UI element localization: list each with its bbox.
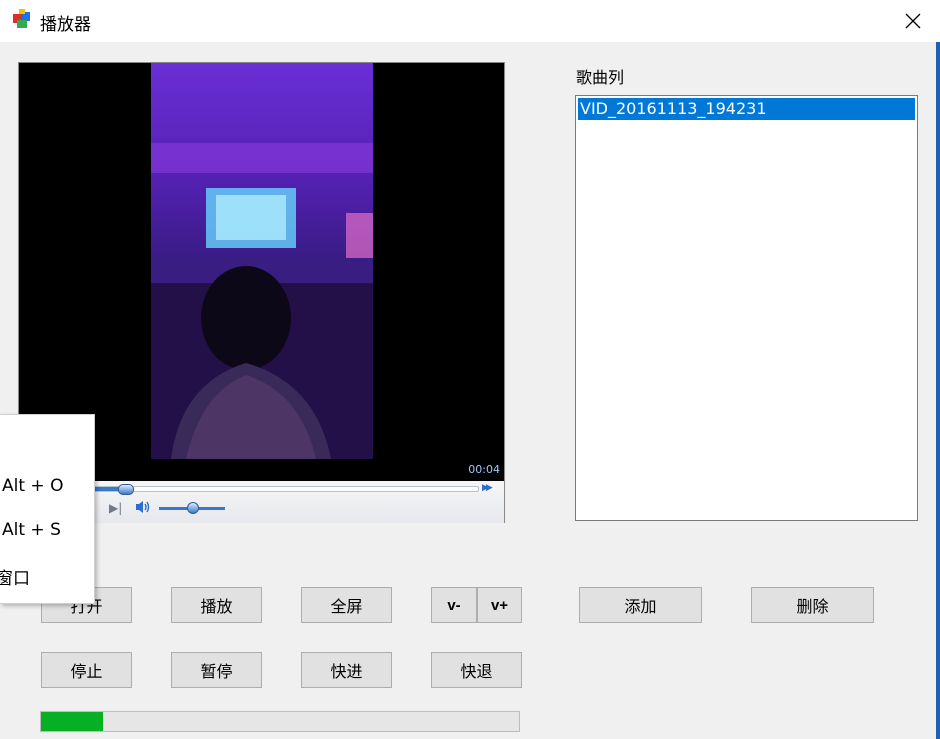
play-button[interactable]: 播放 <box>171 587 262 623</box>
pause-button[interactable]: 暂停 <box>171 652 262 688</box>
volume-up-button[interactable]: v+ <box>477 587 522 623</box>
progress-bar <box>40 711 520 732</box>
close-icon <box>905 13 921 29</box>
stop-button[interactable]: 停止 <box>41 652 132 688</box>
progress-fill <box>41 712 103 731</box>
playlist-item[interactable]: VID_20161113_194231 <box>578 98 915 120</box>
seek-bar[interactable] <box>89 484 479 495</box>
delete-button[interactable]: 删除 <box>751 587 874 623</box>
window-edge <box>936 42 940 739</box>
video-frame <box>151 63 373 459</box>
add-button[interactable]: 添加 <box>579 587 702 623</box>
time-display: 00:04 <box>468 463 500 476</box>
menu-item-open-shortcut[interactable]: Alt + O <box>2 476 63 496</box>
forward-button[interactable]: 快进 <box>301 652 392 688</box>
context-menu: Alt + O Alt + S 窗口 <box>0 414 95 604</box>
volume-icon[interactable] <box>135 500 151 517</box>
playlist-box[interactable]: VID_20161113_194231 <box>575 95 918 521</box>
menu-item-save-shortcut[interactable]: Alt + S <box>2 520 61 540</box>
app-icon <box>11 8 33 30</box>
volume-knob[interactable] <box>187 502 199 514</box>
next-icon[interactable]: ▶| <box>109 501 122 515</box>
playlist-label: 歌曲列 <box>576 68 625 87</box>
close-button[interactable] <box>886 0 940 42</box>
window-title: 播放器 <box>40 15 91 35</box>
fast-forward-icon[interactable]: ▶▶ <box>482 483 493 493</box>
seek-knob[interactable] <box>118 484 134 495</box>
menu-item-window[interactable]: 窗口 <box>0 564 30 589</box>
volume-down-button[interactable]: v- <box>431 587 477 623</box>
fullscreen-button[interactable]: 全屏 <box>301 587 392 623</box>
title-bar: 播放器 <box>0 0 940 42</box>
rewind-button[interactable]: 快退 <box>431 652 522 688</box>
